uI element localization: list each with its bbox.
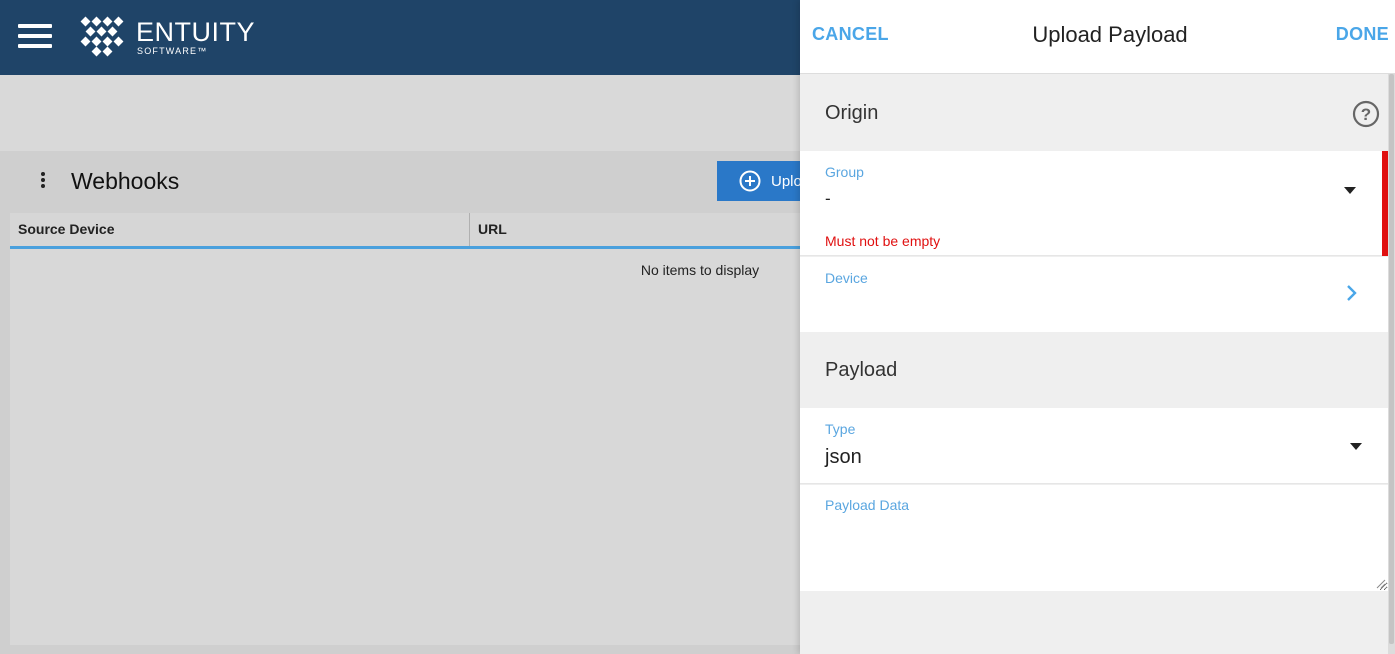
payload-section-header: Payload (800, 332, 1388, 408)
type-label: Type (825, 421, 856, 437)
payload-heading: Payload (825, 359, 898, 381)
chevron-right-icon[interactable] (1346, 284, 1358, 302)
webhooks-table: Source Device URL No items to display (10, 213, 800, 645)
column-header-url[interactable]: URL (470, 213, 800, 246)
svg-text:?: ? (1361, 105, 1371, 124)
page-title: Webhooks (71, 168, 180, 194)
device-label: Device (825, 270, 868, 286)
chevron-down-icon[interactable] (1344, 187, 1356, 194)
group-value: - (825, 189, 831, 208)
upload-payload-button[interactable]: Upload (717, 161, 800, 201)
origin-section-header: Origin (800, 75, 1388, 151)
type-field[interactable]: Type json (800, 408, 1388, 484)
brand-name: ENTUITY (136, 17, 256, 47)
group-field[interactable]: Group - Must not be empty (800, 151, 1388, 256)
menu-icon[interactable] (18, 24, 52, 48)
toolbar-band (0, 75, 800, 151)
help-icon[interactable]: ? (1352, 100, 1380, 128)
group-error-message: Must not be empty (825, 233, 941, 249)
payload-data-textarea[interactable] (800, 485, 1388, 591)
upload-button-label: Upload (771, 172, 800, 190)
payload-data-field[interactable]: Payload Data (800, 485, 1388, 591)
upload-payload-drawer: Upload Payload CANCEL DONE Origin ? Grou… (800, 0, 1395, 654)
more-options-icon[interactable] (36, 172, 50, 192)
app-header: ENTUITY SOFTWARE™ (0, 0, 800, 75)
drawer-header: Upload Payload CANCEL DONE (800, 0, 1395, 74)
scrollbar-thumb[interactable] (1389, 74, 1394, 644)
origin-heading: Origin (825, 102, 879, 124)
brand-subtitle: SOFTWARE™ (137, 46, 208, 56)
device-field[interactable]: Device (800, 257, 1388, 332)
add-circle-icon (739, 170, 761, 192)
table-header: Source Device URL (10, 213, 800, 249)
drawer-scrollbar[interactable] (1388, 74, 1395, 654)
resize-handle-icon[interactable] (1376, 579, 1386, 589)
column-header-source-device[interactable]: Source Device (10, 213, 470, 246)
drawer-title: Upload Payload (1032, 22, 1188, 47)
type-value: json (825, 446, 862, 468)
group-label: Group (825, 164, 864, 180)
entuity-logo-icon (80, 16, 124, 57)
cancel-button[interactable]: CANCEL (812, 24, 889, 45)
done-button[interactable]: DONE (1336, 24, 1389, 45)
chevron-down-icon[interactable] (1350, 443, 1362, 450)
